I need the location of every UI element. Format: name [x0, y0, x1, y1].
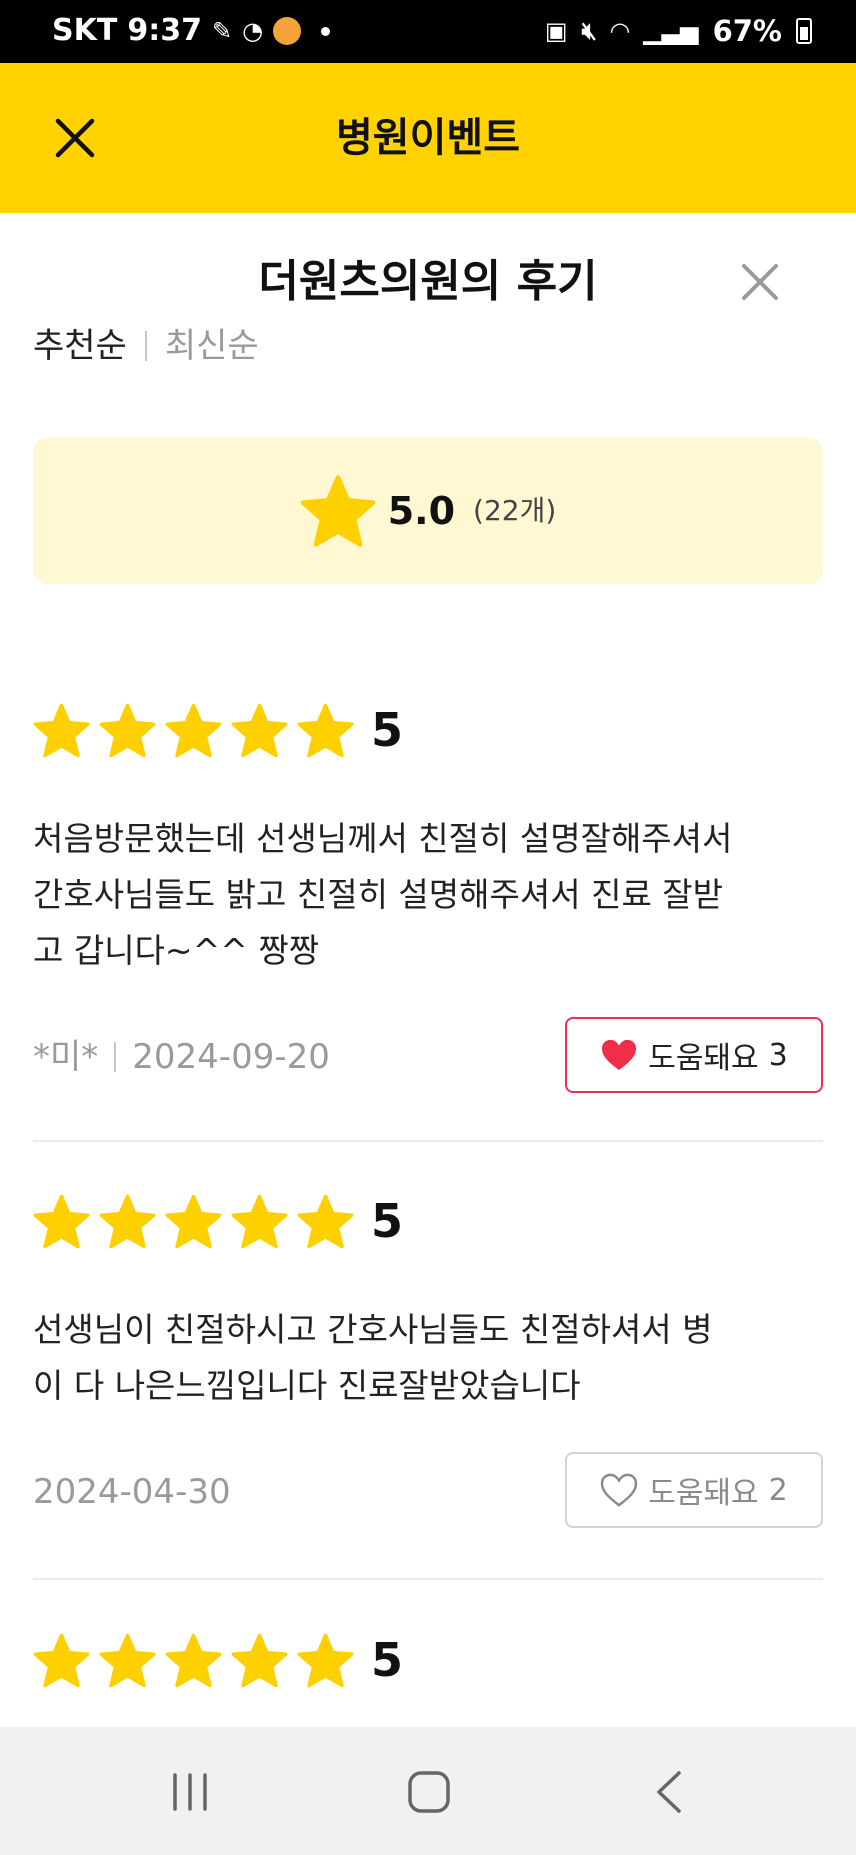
wifi-icon: ◠: [610, 17, 630, 45]
review-date: 2024-09-20: [132, 1037, 330, 1077]
review-item: 5 선생님이 친절하시고 간호사님들도 친절하셔서 병 이 다 나은느낌입니다 …: [33, 1193, 823, 1530]
heart-outline-icon: [600, 1473, 638, 1507]
helpful-label: 도움돼요: [648, 1476, 759, 1511]
review-divider: [33, 1140, 823, 1142]
app-notification-icon: [273, 17, 302, 45]
star-rating: 5: [33, 1193, 823, 1250]
helpful-button[interactable]: 도움돼요 3: [565, 1017, 823, 1093]
star-icon: [231, 702, 288, 759]
recent-apps-icon[interactable]: [165, 1767, 215, 1817]
star-icon: [300, 473, 376, 549]
star-icon: [231, 1632, 288, 1689]
review-meta-row: *미* 2024-09-20 도움돼요 3: [33, 1017, 823, 1095]
review-text-line: 간호사님들도 밝고 친절히 설명해주셔서 진료 잘받: [33, 875, 724, 914]
close-reviews-icon[interactable]: [740, 262, 780, 302]
sort-latest[interactable]: 최신순: [165, 325, 259, 367]
star-rating: 5: [33, 702, 823, 759]
review-text-line: 고 갑니다~^^ 짱짱: [33, 931, 320, 970]
star-icon: [99, 1193, 156, 1250]
review-text: 처음방문했는데 선생님께서 친절히 설명잘해주셔서 간호사님들도 밝고 친절히 …: [33, 811, 823, 979]
reviews-title: 더원츠의원의 후기: [258, 256, 598, 307]
star-rating: 5: [33, 1632, 823, 1689]
review-meta: 2024-04-30: [33, 1472, 231, 1512]
notification-icon: ✎: [211, 17, 233, 45]
sort-options: 추천순 최신순: [33, 325, 259, 367]
status-bar: SKT 9:37 ✎ ◔ ▣ 🔇︎ ◠ ▁▃▅ 67%: [0, 0, 856, 63]
rating-value: 5: [371, 1194, 404, 1248]
clock-notification-icon: ◔: [242, 17, 264, 45]
star-icon: [33, 1193, 90, 1250]
review-meta: *미* 2024-09-20: [33, 1037, 330, 1077]
rating-summary: 5.0 (22개): [33, 438, 823, 584]
page-title: 병원이벤트: [336, 115, 520, 161]
review-text: 선생님이 친절하시고 간호사님들도 친절하셔서 병 이 다 나은느낌입니다 진료…: [33, 1302, 823, 1414]
review-meta-row: 2024-04-30 도움돼요 2: [33, 1452, 823, 1530]
review-date: 2024-04-30: [33, 1472, 231, 1512]
review-text-line: 이 다 나은느낌입니다 진료잘받았습니다: [33, 1366, 581, 1405]
signal-icon: ▁▃▅: [643, 17, 699, 45]
star-icon: [33, 1632, 90, 1689]
carrier-label: SKT: [52, 13, 118, 48]
star-icon: [33, 702, 90, 759]
star-icon: [165, 702, 222, 759]
status-left: SKT 9:37 ✎ ◔: [52, 13, 331, 48]
meta-divider: [114, 1042, 117, 1072]
battery-saver-icon: ▣: [544, 17, 568, 45]
review-item: 5: [33, 1632, 823, 1689]
rating-value: 5: [371, 1633, 404, 1687]
battery-percent: 67%: [712, 14, 782, 48]
rating-value: 5: [371, 703, 404, 757]
review-text-line: 선생님이 친절하시고 간호사님들도 친절하셔서 병: [33, 1310, 713, 1349]
review-text-line: 처음방문했는데 선생님께서 친절히 설명잘해주셔서: [33, 819, 733, 858]
more-notifications-dot-icon: [321, 26, 331, 36]
clock: 9:37: [127, 13, 202, 48]
review-author: *미*: [33, 1037, 99, 1077]
heart-filled-icon: [600, 1038, 638, 1072]
home-icon[interactable]: [404, 1767, 454, 1817]
helpful-count: 2: [768, 1472, 788, 1508]
back-icon[interactable]: [645, 1767, 695, 1817]
review-item: 5 처음방문했는데 선생님께서 친절히 설명잘해주셔서 간호사님들도 밝고 친절…: [33, 702, 823, 1095]
mute-icon: 🔇︎: [581, 17, 597, 45]
average-score: 5.0: [387, 489, 456, 533]
sort-divider: [144, 331, 147, 361]
battery-icon: [796, 18, 812, 44]
star-icon: [297, 1632, 354, 1689]
star-icon: [231, 1193, 288, 1250]
star-icon: [297, 702, 354, 759]
star-icon: [165, 1193, 222, 1250]
review-count: (22개): [473, 494, 557, 527]
system-navigation-bar: [0, 1727, 856, 1855]
review-divider: [33, 1578, 823, 1580]
star-icon: [297, 1193, 354, 1250]
star-icon: [165, 1632, 222, 1689]
status-right: ▣ 🔇︎ ◠ ▁▃▅ 67%: [545, 14, 812, 48]
helpful-count: 3: [768, 1037, 788, 1073]
helpful-label: 도움돼요: [648, 1041, 759, 1076]
helpful-button[interactable]: 도움돼요 2: [565, 1452, 823, 1528]
star-icon: [99, 702, 156, 759]
app-header: 병원이벤트: [0, 63, 856, 213]
star-icon: [99, 1632, 156, 1689]
sort-recommended[interactable]: 추천순: [33, 325, 127, 367]
